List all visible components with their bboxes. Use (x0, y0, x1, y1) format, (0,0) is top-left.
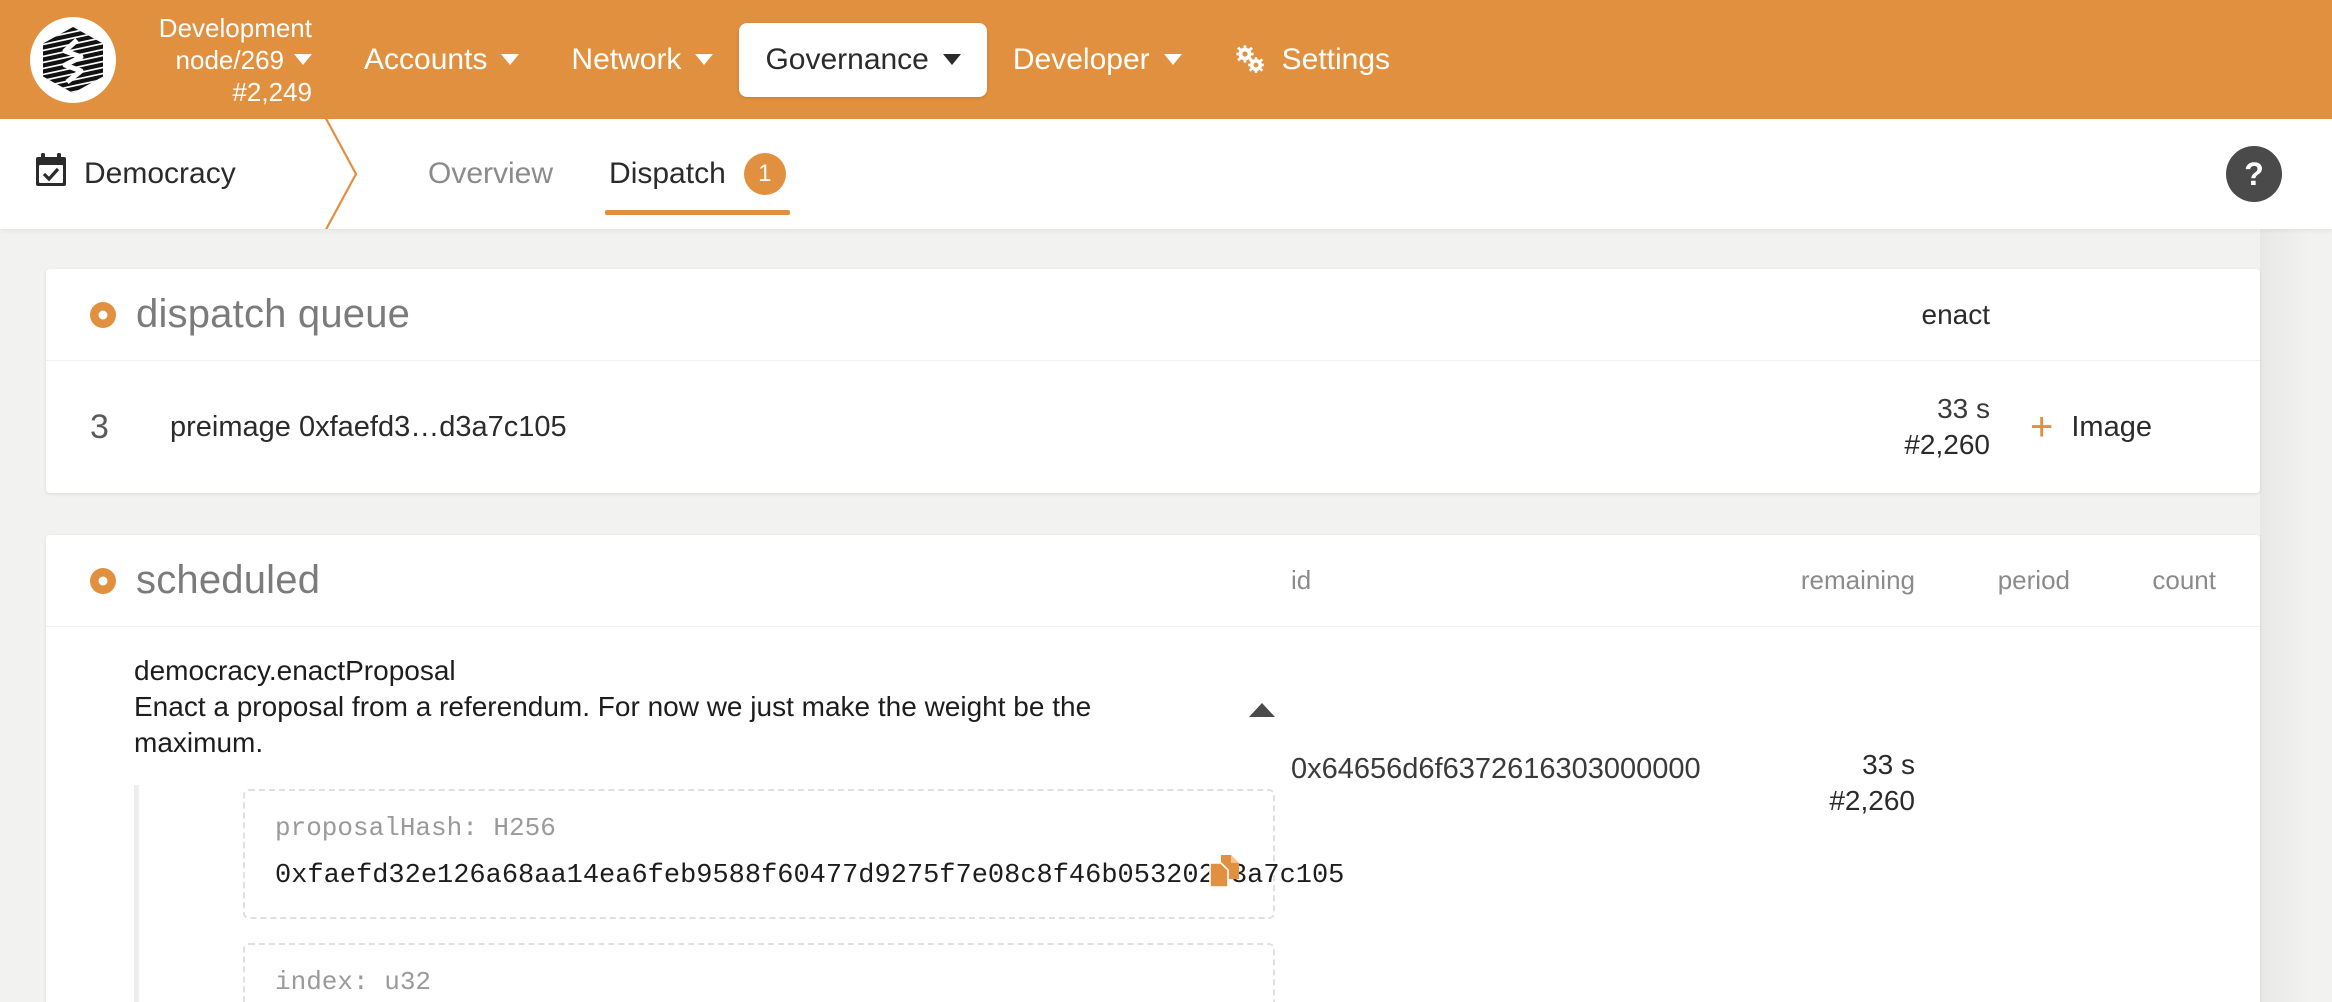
param-proposal-hash-value-wrap: 0xfaefd32e126a68aa14ea6feb9588f60477d927… (275, 855, 1344, 895)
polkadot-hex-logo-icon (43, 26, 103, 93)
scheduled-call-name: democracy.enactProposal (134, 655, 456, 686)
chevron-down-icon (695, 54, 714, 65)
scheduled-call-details: democracy.enactProposal Enact a proposal… (46, 653, 1344, 1002)
param-proposal-hash-value: 0xfaefd32e126a68aa14ea6feb9588f60477d927… (275, 861, 1345, 891)
dispatch-row-enact-block: #2,260 (1904, 429, 1990, 460)
nav-item-settings-label: Settings (1281, 42, 1391, 76)
nav-item-accounts-label: Accounts (364, 42, 488, 76)
param-proposal-hash: proposalHash: H256 0xfaefd32e126a68aa14e… (243, 789, 1344, 919)
param-proposal-hash-label: proposalHash: H256 (275, 813, 556, 843)
dispatch-queue-card: dispatch queue enact 3 preimage 0xfaefd3… (46, 269, 2260, 493)
nav-item-network-label: Network (571, 42, 682, 76)
nav-item-accounts[interactable]: Accounts (338, 23, 545, 97)
column-header-remaining: remaining (1800, 565, 1915, 595)
chain-name: Development (158, 12, 312, 43)
param-index-label: index: u32 (275, 967, 432, 997)
param-index: index: u32 3 (243, 943, 1275, 1002)
column-header-period: period (1997, 565, 2070, 595)
nav-item-developer-label: Developer (1012, 42, 1150, 76)
scheduled-card: scheduled id remaining period count demo… (46, 535, 2260, 1002)
main-content: dispatch queue enact 3 preimage 0xfaefd3… (0, 229, 2332, 1002)
breadcrumb-democracy-label: Democracy (84, 157, 236, 190)
chain-logo[interactable] (30, 16, 116, 103)
plus-icon: + (2030, 405, 2054, 449)
dispatch-queue-title-label: dispatch queue (136, 292, 411, 336)
add-image-button-label: Image (2071, 410, 2152, 443)
tab-list: Overview Dispatch 1 (400, 119, 814, 229)
nav-item-developer[interactable]: Developer (987, 23, 1208, 97)
scheduled-title-label: scheduled (136, 558, 321, 602)
chain-selector[interactable]: Development node/269 #2,249 (132, 12, 312, 108)
status-dot-icon (90, 301, 116, 328)
scheduled-title: scheduled (90, 558, 320, 603)
scheduled-row-remaining-time: 33 s (1862, 749, 1915, 780)
chevron-down-icon (1163, 54, 1182, 65)
nav-item-settings[interactable]: Settings (1208, 23, 1416, 97)
scheduled-row-remaining: 33 s #2,260 (1745, 653, 1915, 819)
chevron-down-icon (294, 54, 312, 65)
tab-overview[interactable]: Overview (400, 119, 581, 229)
scheduled-params-list: proposalHash: H256 0xfaefd32e126a68aa14e… (134, 785, 1344, 1002)
scheduled-row: democracy.enactProposal Enact a proposal… (46, 627, 2260, 1002)
scheduled-row-id: 0x64656d6f6372616303000000 (1291, 753, 1701, 785)
triangle-up-icon[interactable] (1249, 703, 1275, 717)
add-image-button[interactable]: + Image (1990, 407, 2220, 447)
dispatch-row-preimage: preimage 0xfaefd3…d3a7c105 (170, 410, 567, 443)
scheduled-header: scheduled id remaining period count (46, 535, 2260, 627)
gears-icon (1234, 44, 1268, 75)
scheduled-columns: id remaining period count (1275, 565, 2220, 596)
tab-dispatch[interactable]: Dispatch 1 (581, 119, 814, 229)
column-header-count: count (2152, 565, 2216, 595)
dispatch-row-index: 3 (90, 407, 109, 446)
chevron-down-icon (501, 54, 520, 65)
chain-node: node/269 (175, 44, 284, 75)
secondary-navigation-bar: Democracy Overview Dispatch 1 ? (0, 119, 2332, 229)
dispatch-row-enact-time: 33 s (1937, 393, 1990, 424)
top-navigation-bar: Development node/269 #2,249 Accounts Net… (0, 0, 2332, 119)
page-right-gutter (2260, 229, 2332, 1002)
question-mark-icon: ? (2244, 155, 2264, 192)
nav-item-governance[interactable]: Governance (739, 22, 987, 97)
nav-item-governance-label: Governance (765, 42, 929, 76)
nav-item-network[interactable]: Network (545, 23, 739, 97)
column-header-enact: enact (1921, 298, 1991, 330)
help-button[interactable]: ? (2226, 146, 2282, 202)
status-dot-icon (90, 567, 116, 594)
column-header-id: id (1291, 565, 1312, 595)
chevron-down-icon (942, 54, 961, 65)
breadcrumb-democracy: Democracy (0, 119, 330, 229)
tab-dispatch-label: Dispatch (609, 157, 726, 190)
dispatch-queue-header: dispatch queue enact (46, 269, 2260, 361)
dispatch-queue-columns: enact (1800, 297, 2220, 333)
scheduled-call-description-wrap: Enact a proposal from a referendum. For … (134, 689, 1275, 761)
tab-dispatch-badge: 1 (743, 153, 786, 195)
dispatch-queue-title: dispatch queue (90, 292, 410, 337)
scheduled-row-remaining-block: #2,260 (1829, 785, 1915, 816)
scheduled-call-description: Enact a proposal from a referendum. For … (134, 691, 1092, 758)
dispatch-row-enact: 33 s #2,260 (1800, 391, 1990, 463)
dispatch-queue-row: 3 preimage 0xfaefd3…d3a7c105 33 s #2,260… (46, 361, 2260, 493)
calendar-check-icon (34, 152, 68, 196)
tab-overview-label: Overview (428, 157, 554, 190)
chain-block-number: #2,249 (232, 76, 312, 107)
copy-icon[interactable] (1207, 853, 1241, 902)
